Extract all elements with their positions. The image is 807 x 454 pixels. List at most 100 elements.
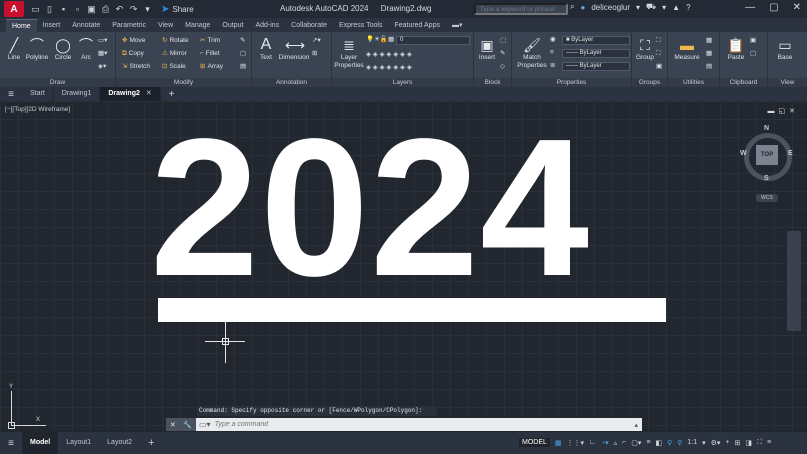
tab-collaborate[interactable]: Collaborate	[285, 19, 333, 32]
insert-button[interactable]: ▣ Insert	[476, 36, 498, 62]
polyline-button[interactable]: ⌒ Polyline	[24, 36, 50, 62]
layout-menu-icon[interactable]: ≡	[0, 438, 22, 449]
tab-add-ins[interactable]: Add-ins	[249, 19, 285, 32]
add-layout-icon[interactable]: +	[140, 432, 162, 454]
compass-east[interactable]: E	[788, 150, 793, 157]
grid-icon[interactable]: ▦	[555, 439, 562, 447]
workspace-gear-icon[interactable]: ⚙▾	[711, 439, 721, 447]
measure-button[interactable]: ▬ Measure	[672, 36, 702, 62]
lineweight-toggle-icon[interactable]: ≡	[646, 439, 650, 446]
minimize-icon[interactable]: —	[745, 2, 755, 13]
text-button[interactable]: A Text	[256, 36, 276, 62]
autocad-logo-icon[interactable]: A	[4, 1, 24, 17]
hamburger-menu-icon[interactable]: ≡	[0, 89, 22, 100]
tab-express-tools[interactable]: Express Tools	[333, 19, 388, 32]
stretch-button[interactable]: ⇲ Stretch	[122, 62, 150, 71]
auto-scale-icon[interactable]: ⚲	[677, 439, 682, 447]
customization-icon[interactable]: ≡	[767, 439, 771, 446]
tab-insert[interactable]: Insert	[37, 19, 67, 32]
object-snap-icon[interactable]: ▢▾	[631, 439, 641, 447]
store-icon[interactable]: ⛟	[646, 2, 656, 12]
model-space-button[interactable]: MODEL	[519, 438, 550, 447]
search-icon[interactable]: ⌕	[570, 2, 574, 12]
group-select-icon[interactable]: ▣	[656, 62, 662, 71]
rectangle-icon[interactable]: ▭▾	[98, 36, 107, 45]
trim-button[interactable]: ✂ Trim	[200, 36, 220, 45]
lineweight-dropdown[interactable]: —— ByLayer	[562, 62, 630, 71]
object-snap-tracking-icon[interactable]: ⌐	[622, 439, 626, 446]
navigation-bar[interactable]	[787, 231, 801, 331]
copy-button[interactable]: ⧉ Copy	[122, 49, 144, 58]
user-dropdown-icon[interactable]: ▾	[636, 3, 640, 12]
panel-title-layers[interactable]: Layers	[332, 78, 473, 87]
isodraft-icon[interactable]: ▵	[614, 439, 618, 447]
table-icon[interactable]: ⊞	[312, 49, 317, 58]
panel-title-block[interactable]: Block	[474, 78, 511, 87]
match-properties-button[interactable]: 🖌 Match Properties	[516, 36, 548, 70]
group-edit-icon[interactable]: ⛶	[656, 49, 661, 58]
edit-attributes-icon[interactable]: ◇	[500, 62, 505, 71]
cart-dropdown-icon[interactable]: ▾	[662, 3, 666, 12]
tab-home[interactable]: Home	[6, 19, 37, 32]
layer-tools-row-2[interactable]: ◈ ◈ ◈ ◈ ◈ ◈ ◈	[366, 63, 412, 72]
tab-output[interactable]: Output	[216, 19, 249, 32]
layer-dropdown[interactable]: 0	[396, 36, 470, 45]
scale-button[interactable]: ⊡ Scale	[162, 62, 186, 71]
cut-icon[interactable]: ▣	[750, 36, 756, 45]
layer-tools-row-1[interactable]: ◈ ◈ ◈ ◈ ◈ ◈ ◈	[366, 50, 412, 59]
drawing-text-2024[interactable]: 2024	[150, 103, 590, 313]
fullscreen-icon[interactable]: ⛶	[757, 439, 762, 447]
viewcube[interactable]: TOP N S E W	[740, 125, 794, 183]
circle-button[interactable]: ◯ Circle	[52, 36, 74, 62]
layer-properties-button[interactable]: ≣ Layer Properties	[334, 36, 364, 70]
color-dropdown[interactable]: ■ ByLayer	[562, 36, 630, 45]
transparency-icon[interactable]: ◧	[656, 439, 663, 447]
close-tab-icon[interactable]: ✕	[146, 90, 152, 97]
move-button[interactable]: ✥ Move	[122, 36, 145, 45]
redo-icon[interactable]: ↷	[128, 4, 139, 15]
annotation-monitor-icon[interactable]: +	[725, 439, 729, 446]
isolate-objects-icon[interactable]: ◨	[745, 439, 752, 447]
wcs-menu[interactable]: WCS	[756, 194, 778, 202]
customize-command-icon[interactable]: 🔧	[183, 421, 192, 429]
drawing-viewport[interactable]: [−][Top][2D Wireframe] ▬◱✕ 2024 TOP N S …	[0, 101, 807, 432]
point-style-icon[interactable]: ▤	[706, 62, 712, 71]
panel-title-groups[interactable]: Groups	[632, 78, 667, 87]
erase-icon[interactable]: ✎	[240, 36, 245, 45]
layer-state-icons[interactable]: 💡☀🔓▦	[366, 35, 394, 44]
panel-title-modify[interactable]: Modify	[116, 78, 251, 87]
paste-button[interactable]: 📋 Paste	[724, 36, 748, 62]
edit-block-icon[interactable]: ✎	[500, 49, 505, 58]
help-icon[interactable]: ?	[686, 3, 690, 12]
compass-west[interactable]: W	[740, 150, 747, 157]
tab-parametric[interactable]: Parametric	[106, 19, 152, 32]
maximize-icon[interactable]: ▢	[769, 2, 778, 13]
arc-button[interactable]: ⌒ Arc	[76, 36, 96, 62]
scale-dropdown-icon[interactable]: ▾	[702, 439, 706, 447]
drawing-rectangle[interactable]	[158, 298, 666, 322]
command-expand-icon[interactable]: ▴	[634, 421, 642, 429]
viewport-controls-label[interactable]: [−][Top][2D Wireframe]	[5, 106, 70, 113]
tab-featured-apps[interactable]: Featured Apps	[388, 19, 446, 32]
save-icon[interactable]: ▪	[58, 4, 69, 15]
ungroup-icon[interactable]: ⛶	[656, 36, 661, 45]
hatch-icon[interactable]: ▦▾	[98, 49, 107, 58]
explode-icon[interactable]: ▢	[240, 49, 246, 58]
save-as-icon[interactable]: ▫	[72, 4, 83, 15]
ribbon-options-icon[interactable]: ▬▾	[446, 19, 469, 32]
line-button[interactable]: ╱ Line	[4, 36, 24, 62]
panel-title-view[interactable]: View	[768, 78, 807, 87]
customize-qat-icon[interactable]: ▾	[142, 4, 153, 15]
polar-tracking-icon[interactable]: ◔▾	[601, 439, 609, 447]
tab-model[interactable]: Model	[22, 432, 59, 454]
create-block-icon[interactable]: ⬚	[500, 36, 506, 45]
close-command-icon[interactable]: ✕	[170, 421, 176, 429]
tab-layout2[interactable]: Layout2	[99, 432, 140, 454]
calculator-icon[interactable]: ▦	[706, 49, 712, 58]
panel-title-utilities[interactable]: Utilities	[668, 78, 719, 87]
tab-annotate[interactable]: Annotate	[66, 19, 106, 32]
ortho-icon[interactable]: ∟	[589, 439, 596, 446]
open-icon[interactable]: ▯	[44, 4, 55, 15]
command-input[interactable]	[210, 421, 635, 428]
tab-manage[interactable]: Manage	[179, 19, 216, 32]
